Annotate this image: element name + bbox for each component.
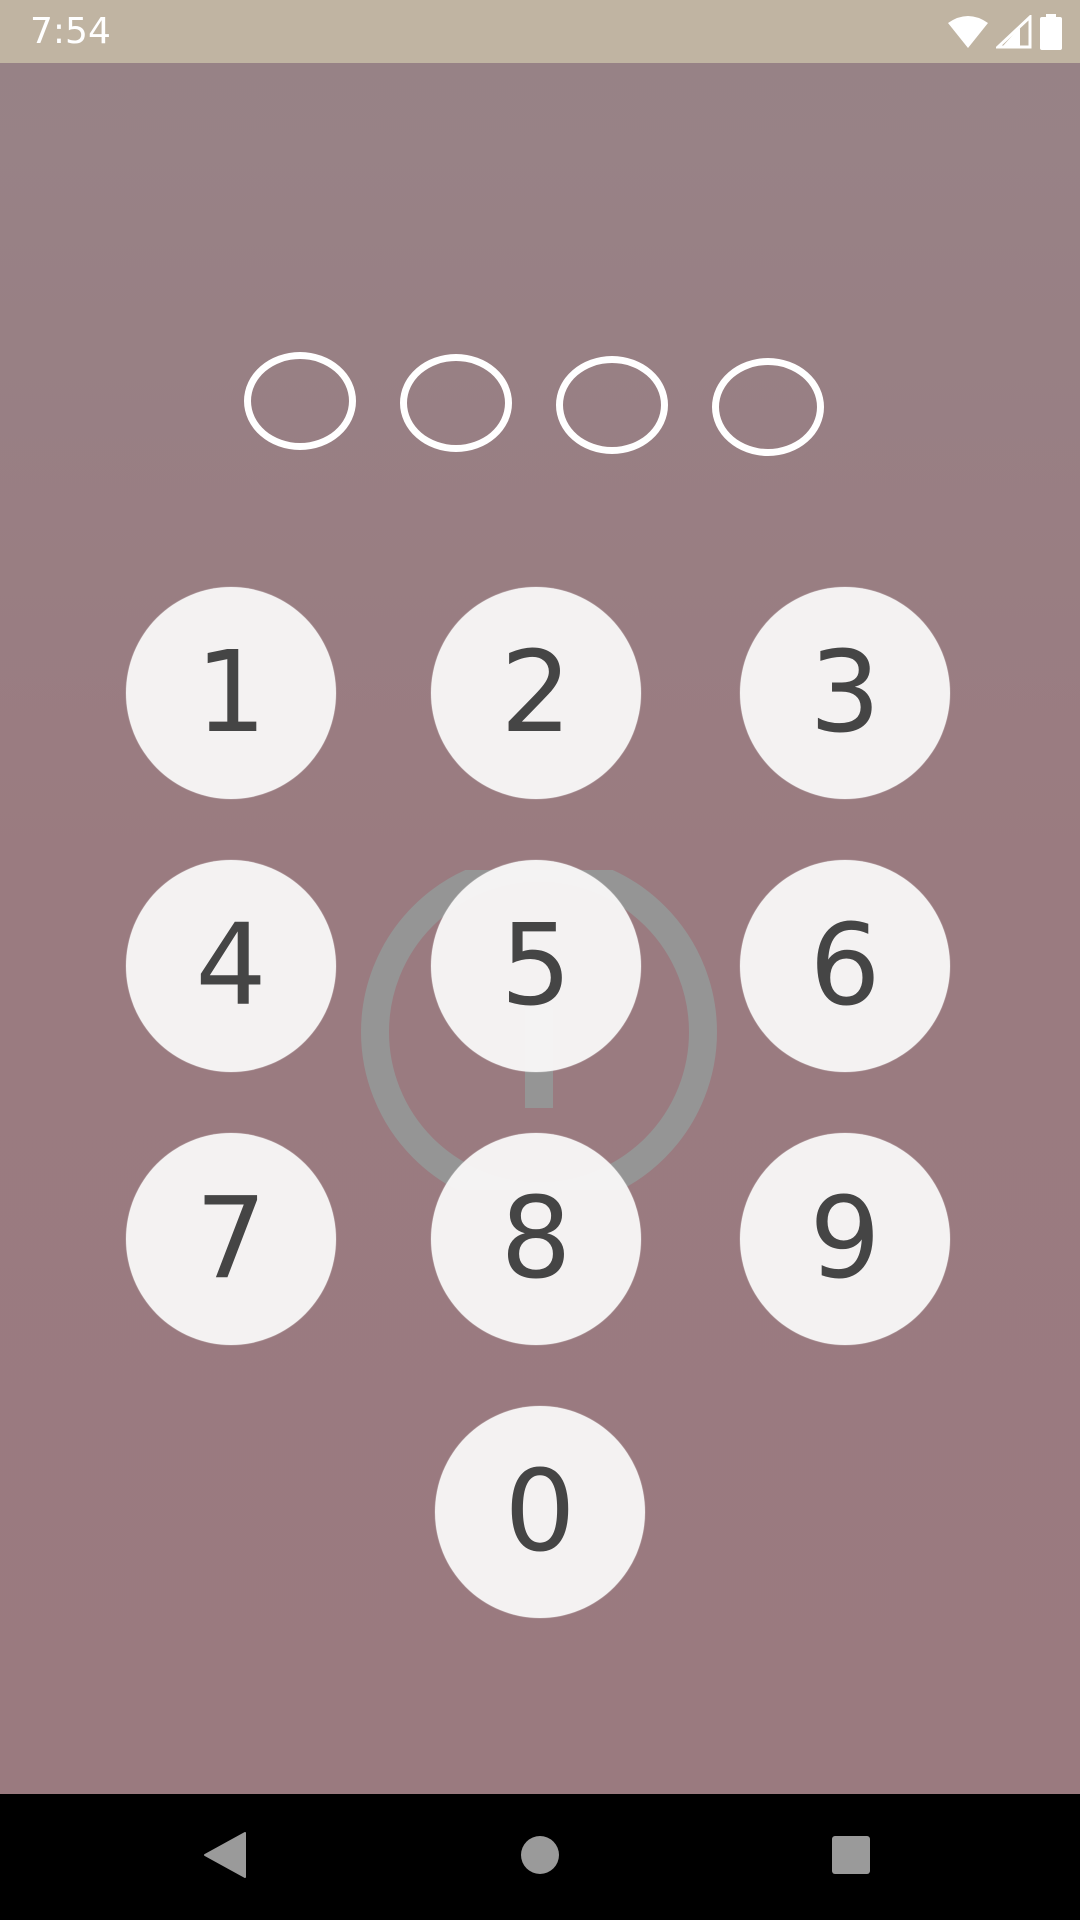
status-bar: 7:54: [0, 0, 1080, 63]
key-7-label: 7: [195, 1174, 267, 1304]
home-icon: [520, 1835, 560, 1879]
key-3[interactable]: 3: [740, 587, 950, 799]
pin-dot-2: [400, 354, 512, 452]
key-4[interactable]: 4: [126, 860, 336, 1072]
key-1[interactable]: 1: [126, 587, 336, 799]
status-icons: [948, 12, 1062, 52]
status-time: 7:54: [30, 11, 111, 52]
pin-dot-4: [712, 358, 824, 456]
key-6[interactable]: 6: [740, 860, 950, 1072]
key-9-label: 9: [809, 1174, 881, 1304]
key-6-label: 6: [809, 901, 881, 1031]
key-9[interactable]: 9: [740, 1133, 950, 1345]
recents-icon: [831, 1835, 871, 1879]
key-4-label: 4: [195, 901, 267, 1031]
key-5-label: 5: [500, 901, 572, 1031]
key-1-label: 1: [195, 628, 267, 758]
battery-icon: [1040, 14, 1062, 50]
key-7[interactable]: 7: [126, 1133, 336, 1345]
key-0[interactable]: 0: [435, 1406, 645, 1618]
key-3-label: 3: [809, 628, 881, 758]
pin-lock-screen: 7:54 1 2 3 4 5 6 7 8 9 0: [0, 0, 1080, 1920]
home-button[interactable]: [510, 1827, 570, 1887]
navigation-bar: [0, 1794, 1080, 1920]
key-2[interactable]: 2: [431, 587, 641, 799]
back-button[interactable]: [195, 1827, 255, 1887]
wifi-icon: [948, 15, 988, 49]
pin-dot-1: [244, 352, 356, 450]
key-2-label: 2: [500, 628, 572, 758]
key-0-label: 0: [504, 1447, 576, 1577]
recents-button[interactable]: [821, 1827, 881, 1887]
signal-icon: [996, 15, 1032, 49]
back-icon: [203, 1831, 247, 1883]
key-8[interactable]: 8: [431, 1133, 641, 1345]
key-8-label: 8: [500, 1174, 572, 1304]
pin-dot-3: [556, 356, 668, 454]
key-5[interactable]: 5: [431, 860, 641, 1072]
